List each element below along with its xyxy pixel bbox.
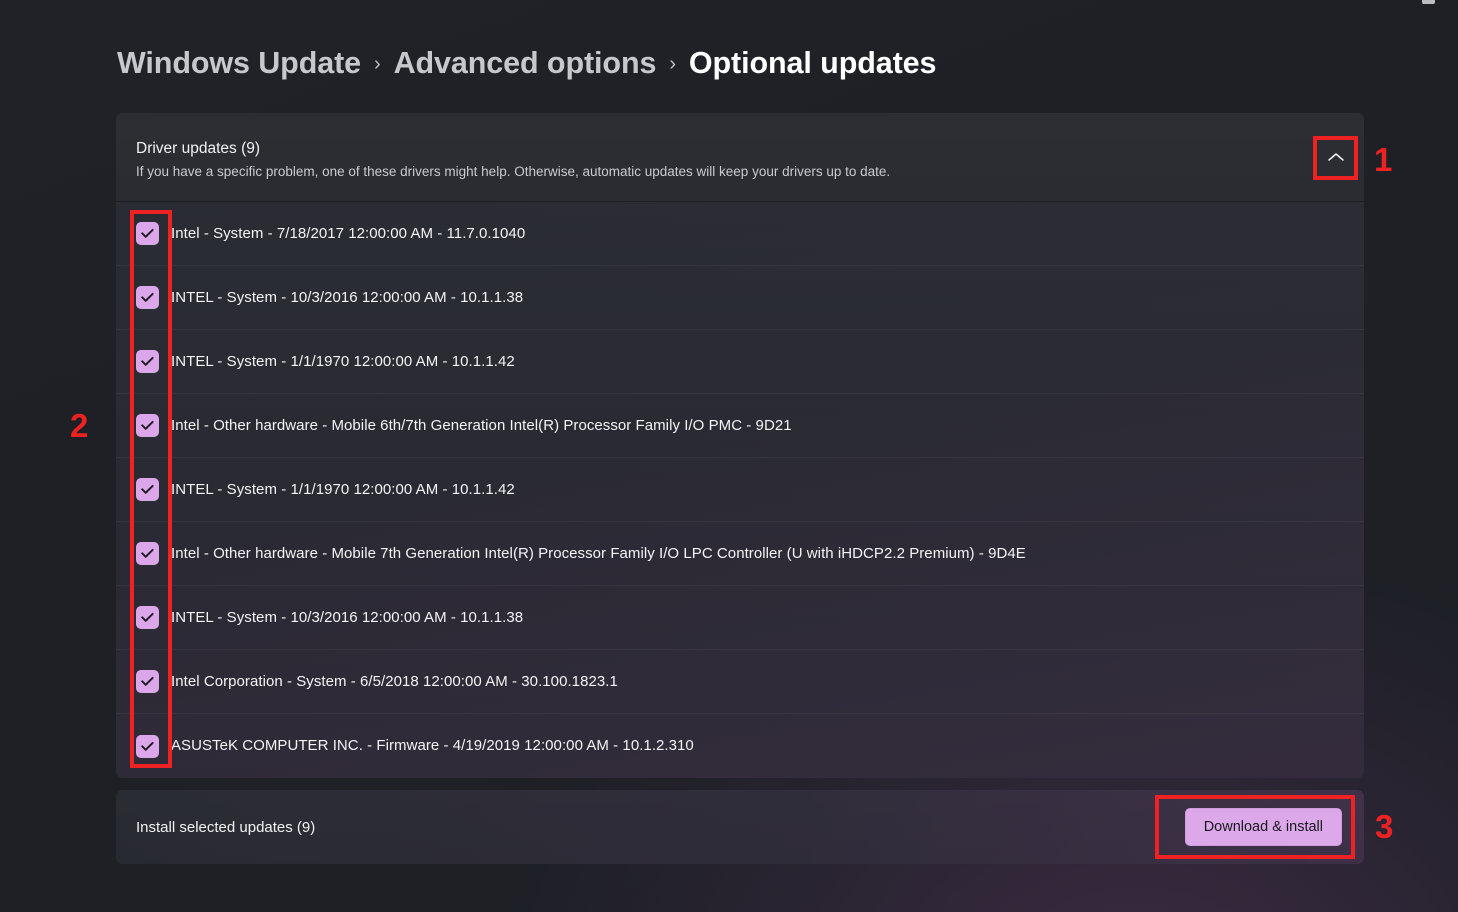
breadcrumb-item-advanced-options[interactable]: Advanced options [394,46,657,81]
download-install-button[interactable]: Download & install [1184,808,1342,846]
breadcrumb-item-windows-update[interactable]: Windows Update [117,46,361,81]
install-footer: Install selected updates (9) Download & … [116,790,1364,864]
breadcrumb-separator-icon: › [669,53,676,75]
update-checkbox[interactable] [136,222,159,245]
driver-updates-list: Intel - System - 7/18/2017 12:00:00 AM -… [116,202,1364,778]
driver-updates-description: If you have a specific problem, one of t… [136,164,891,179]
update-checkbox[interactable] [136,670,159,693]
breadcrumb: Windows Update › Advanced options › Opti… [117,46,937,81]
update-label: Intel - Other hardware - Mobile 7th Gene… [171,544,1026,562]
install-summary-label: Install selected updates (9) [136,818,316,836]
update-label: INTEL - System - 10/3/2016 12:00:00 AM -… [171,608,524,626]
update-label: INTEL - System - 1/1/1970 12:00:00 AM - … [171,480,515,498]
top-edge-sliver [1422,0,1435,4]
update-checkbox[interactable] [136,350,159,373]
update-label: Intel - System - 7/18/2017 12:00:00 AM -… [171,224,526,242]
breadcrumb-separator-icon: › [374,53,381,75]
chevron-up-icon [1328,152,1344,162]
update-checkbox[interactable] [136,542,159,565]
list-item[interactable]: INTEL - System - 1/1/1970 12:00:00 AM - … [116,458,1364,522]
update-checkbox[interactable] [136,478,159,501]
update-label: ASUSTeK COMPUTER INC. - Firmware - 4/19/… [171,737,694,754]
list-item[interactable]: Intel Corporation - System - 6/5/2018 12… [116,650,1364,714]
list-item[interactable]: Intel - Other hardware - Mobile 7th Gene… [116,522,1364,586]
update-checkbox[interactable] [136,286,159,309]
update-label: Intel - Other hardware - Mobile 6th/7th … [171,416,792,434]
update-label: Intel Corporation - System - 6/5/2018 12… [171,672,618,690]
update-label: INTEL - System - 1/1/1970 12:00:00 AM - … [171,352,515,370]
collapse-expand-button[interactable] [1315,137,1357,177]
list-item[interactable]: Intel - System - 7/18/2017 12:00:00 AM -… [116,202,1364,266]
list-item[interactable]: INTEL - System - 1/1/1970 12:00:00 AM - … [116,330,1364,394]
list-item[interactable]: INTEL - System - 10/3/2016 12:00:00 AM -… [116,266,1364,330]
breadcrumb-item-optional-updates: Optional updates [688,46,937,80]
driver-updates-header: Driver updates (9) If you have a specifi… [116,113,1364,202]
driver-updates-card: Driver updates (9) If you have a specifi… [116,113,1364,778]
list-item[interactable]: ASUSTeK COMPUTER INC. - Firmware - 4/19/… [116,714,1364,778]
update-label: INTEL - System - 10/3/2016 12:00:00 AM -… [171,288,524,306]
update-checkbox[interactable] [136,414,159,437]
driver-updates-title: Driver updates (9) [136,140,261,157]
update-checkbox[interactable] [136,606,159,629]
list-item[interactable]: Intel - Other hardware - Mobile 6th/7th … [116,394,1364,458]
list-item[interactable]: INTEL - System - 10/3/2016 12:00:00 AM -… [116,586,1364,650]
update-checkbox[interactable] [136,734,159,758]
